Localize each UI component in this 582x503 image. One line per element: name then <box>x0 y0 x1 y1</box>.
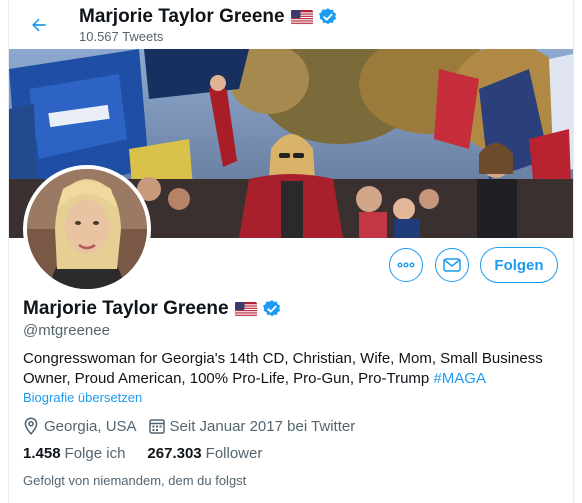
location-pin-icon <box>24 417 38 435</box>
joined-text: Seit Januar 2017 bei Twitter <box>169 417 356 435</box>
location-text: Georgia, USA <box>44 417 137 435</box>
profile-name-text: Marjorie Taylor Greene <box>23 298 229 319</box>
back-arrow-icon <box>32 18 46 32</box>
back-button[interactable] <box>26 12 52 38</box>
calendar-icon <box>148 419 165 434</box>
message-button[interactable] <box>435 248 469 282</box>
profile-bio: Congresswoman for Georgia's 14th CD, Chr… <box>23 349 553 389</box>
follow-button[interactable]: Folgen <box>480 247 558 283</box>
followers-link[interactable]: 267.303 Follower <box>147 445 262 462</box>
location-item: Georgia, USA <box>23 417 137 435</box>
more-options-button[interactable] <box>389 248 423 282</box>
verified-badge-icon <box>318 8 336 25</box>
translate-bio-link[interactable]: Biografie übersetzen <box>23 390 142 405</box>
followers-count: 267.303 <box>147 445 202 462</box>
following-label: Folge ich <box>64 445 126 462</box>
bio-hashtag-link[interactable]: #MAGA <box>433 370 486 387</box>
verified-badge-icon <box>262 300 280 317</box>
followed-by-text: Gefolgt von niemandem, dem du folgst <box>23 473 247 488</box>
us-flag-icon <box>234 301 257 317</box>
mail-icon <box>443 258 461 272</box>
right-divider <box>573 0 574 503</box>
header-name: Marjorie Taylor Greene <box>79 6 285 27</box>
profile-name: Marjorie Taylor Greene <box>23 298 282 320</box>
profile-page: Marjorie Taylor Greene 10.567 Tweets Fol… <box>0 0 582 503</box>
profile-handle: @mtgreenee <box>23 322 110 339</box>
us-flag-icon <box>290 9 313 25</box>
more-icon <box>397 262 415 268</box>
tweet-count: 10.567 Tweets <box>79 29 164 44</box>
followers-label: Follower <box>205 445 263 462</box>
joined-item: Seit Januar 2017 bei Twitter <box>148 417 356 435</box>
avatar-photo <box>27 169 147 289</box>
following-link[interactable]: 1.458 Folge ich <box>23 445 125 462</box>
header-title: Marjorie Taylor Greene <box>79 6 338 28</box>
follow-stats: 1.458 Folge ich 267.303 Follower <box>23 445 284 462</box>
following-count: 1.458 <box>23 445 61 462</box>
profile-meta: Georgia, USA Seit Januar 2017 bei Twitte… <box>23 417 367 435</box>
profile-avatar[interactable] <box>23 165 151 293</box>
